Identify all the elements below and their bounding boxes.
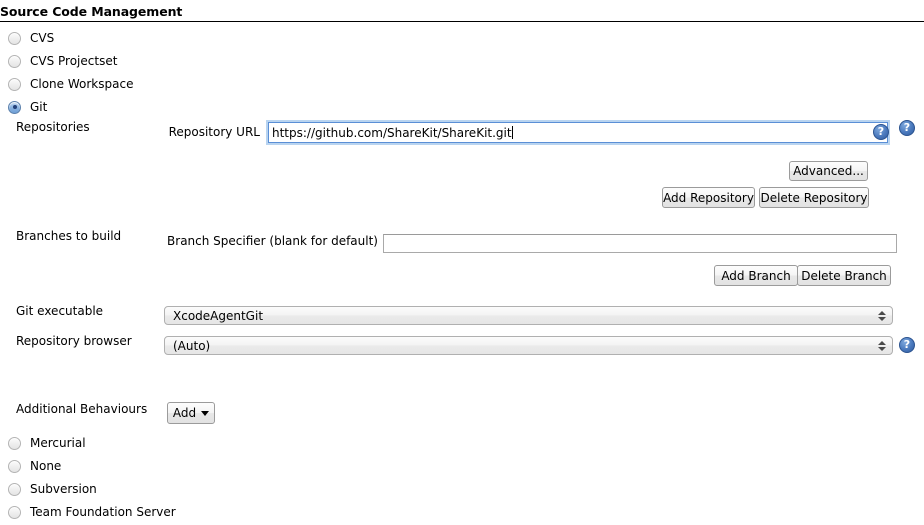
stepper-arrows-icon[interactable] <box>877 309 886 323</box>
scm-option-label: Git <box>30 100 48 114</box>
delete-branch-button-label: Delete Branch <box>801 268 887 283</box>
repository-browser-value: (Auto) <box>173 338 211 353</box>
scm-option-cvs-projectset[interactable]: CVS Projectset <box>8 52 117 70</box>
radio-icon[interactable] <box>8 31 21 45</box>
chevron-down-icon <box>877 316 886 321</box>
delete-repository-button[interactable]: Delete Repository <box>759 187 869 208</box>
git-executable-label: Git executable <box>16 304 104 318</box>
chevron-up-icon <box>877 340 886 345</box>
radio-icon[interactable] <box>8 459 21 473</box>
chevron-up-icon <box>877 310 886 315</box>
add-repository-button[interactable]: Add Repository <box>662 187 755 208</box>
repository-url-label: Repository URL <box>168 125 260 139</box>
git-executable-select[interactable]: XcodeAgentGit <box>164 306 893 325</box>
repository-browser-label: Repository browser <box>16 334 132 348</box>
repositories-help-icon[interactable]: ? <box>899 120 915 136</box>
advanced-button-label: Advanced... <box>793 164 864 178</box>
scm-option-label: Clone Workspace <box>30 77 134 91</box>
radio-icon[interactable] <box>8 505 21 519</box>
add-repository-button-label: Add Repository <box>663 190 754 205</box>
scm-option-label: CVS Projectset <box>30 54 118 68</box>
stepper-arrows-icon[interactable] <box>877 339 886 353</box>
scm-option-clone-workspace[interactable]: Clone Workspace <box>8 75 133 93</box>
scm-option-label: Team Foundation Server <box>30 505 176 519</box>
section-title-text: Source Code Management <box>0 4 183 19</box>
chevron-down-icon <box>201 410 210 416</box>
repository-browser-help-icon[interactable]: ? <box>899 337 915 353</box>
radio-icon[interactable] <box>8 54 21 68</box>
delete-repository-button-label: Delete Repository <box>760 190 868 205</box>
add-branch-button[interactable]: Add Branch <box>714 265 798 286</box>
scm-option-mercurial[interactable]: Mercurial <box>8 434 86 452</box>
scm-option-label: Subversion <box>30 482 97 496</box>
add-behaviour-button[interactable]: Add <box>167 402 215 424</box>
repository-url-help-icon[interactable]: ? <box>873 124 889 140</box>
scm-option-label: None <box>30 459 62 473</box>
scm-option-team-foundation-server[interactable]: Team Foundation Server <box>8 503 176 521</box>
radio-icon[interactable] <box>8 482 21 496</box>
scm-option-git[interactable]: Git <box>8 98 47 116</box>
advanced-button[interactable]: Advanced... <box>789 161 868 181</box>
scm-option-none[interactable]: None <box>8 457 61 475</box>
radio-icon-selected[interactable] <box>8 100 21 114</box>
add-behaviour-button-label: Add <box>172 406 197 420</box>
scm-option-cvs[interactable]: CVS <box>8 29 54 47</box>
scm-option-label: Mercurial <box>30 436 86 450</box>
repository-browser-select[interactable]: (Auto) <box>164 336 893 355</box>
chevron-down-icon <box>877 346 886 351</box>
section-divider <box>0 21 924 22</box>
add-branch-button-label: Add Branch <box>721 268 791 283</box>
radio-icon[interactable] <box>8 436 21 450</box>
page-title: Source Code Management <box>0 4 924 21</box>
additional-behaviours-label: Additional Behaviours <box>16 402 148 416</box>
branch-specifier-label: Branch Specifier (blank for default) <box>167 234 378 248</box>
delete-branch-button[interactable]: Delete Branch <box>797 265 891 286</box>
git-executable-value: XcodeAgentGit <box>173 308 264 323</box>
radio-icon[interactable] <box>8 77 21 91</box>
repository-url-input[interactable] <box>268 122 888 143</box>
branch-specifier-input[interactable] <box>383 234 897 253</box>
scm-option-subversion[interactable]: Subversion <box>8 480 97 498</box>
scm-option-label: CVS <box>30 31 55 45</box>
